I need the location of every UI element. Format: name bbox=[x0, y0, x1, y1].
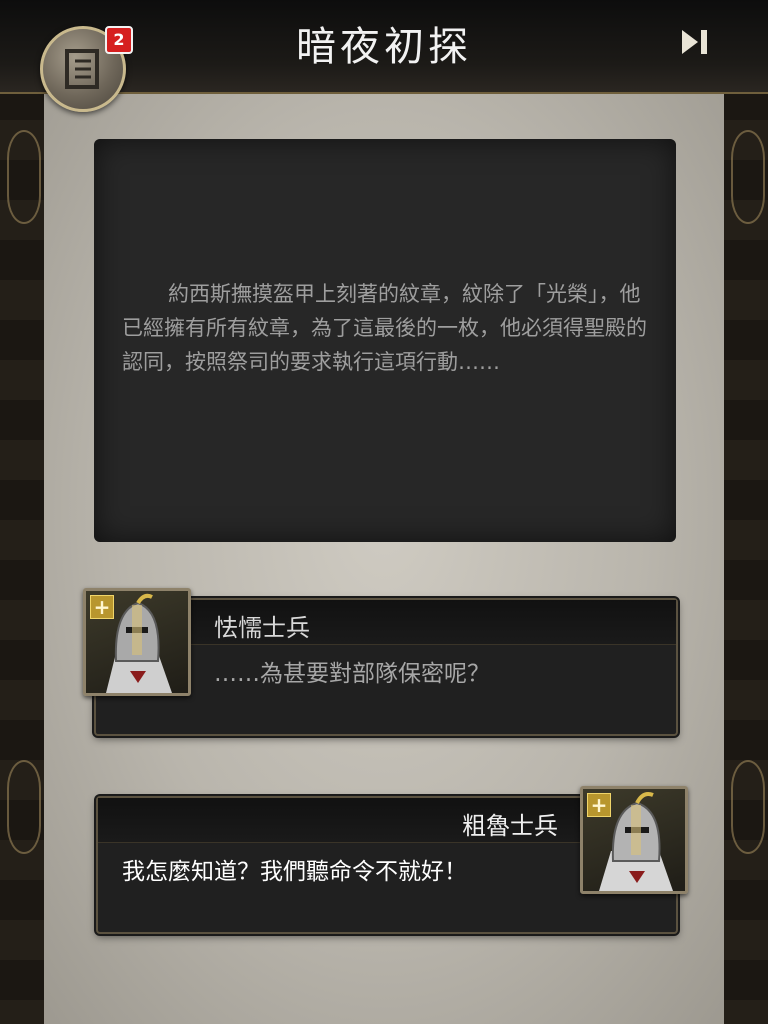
story-screen: 暗夜初探 2 約西斯撫摸盔甲上刻著的紋章，紋除了「光榮」，他已經擁有所有紋章，為… bbox=[0, 0, 768, 1024]
narration-text: 約西斯撫摸盔甲上刻著的紋章，紋除了「光榮」，他已經擁有所有紋章，為了這最後的一枚… bbox=[122, 282, 647, 374]
plus-icon: + bbox=[90, 595, 114, 619]
soldier-portrait: + bbox=[580, 786, 688, 894]
right-ornate-frame bbox=[721, 0, 768, 1024]
dialogue-line: ……為甚要對部隊保密呢？ bbox=[214, 661, 490, 687]
skip-forward-icon bbox=[682, 30, 707, 54]
frame-ornament bbox=[7, 130, 41, 224]
speaker-name: 粗魯士兵 bbox=[462, 812, 558, 840]
notification-badge: 2 bbox=[105, 26, 133, 54]
document-icon bbox=[65, 49, 99, 89]
soldier-portrait: + bbox=[83, 588, 191, 696]
speaker-name: 怯懦士兵 bbox=[214, 614, 310, 642]
left-ornate-frame bbox=[0, 0, 47, 1024]
plus-icon: + bbox=[587, 793, 611, 817]
frame-ornament bbox=[731, 760, 765, 854]
dialogue-line: 我怎麼知道？我們聽命令不就好！ bbox=[122, 859, 467, 885]
skip-button[interactable] bbox=[676, 24, 716, 60]
frame-ornament bbox=[7, 760, 41, 854]
frame-ornament bbox=[731, 130, 765, 224]
narration-box: 約西斯撫摸盔甲上刻著的紋章，紋除了「光榮」，他已經擁有所有紋章，為了這最後的一枚… bbox=[94, 139, 676, 542]
